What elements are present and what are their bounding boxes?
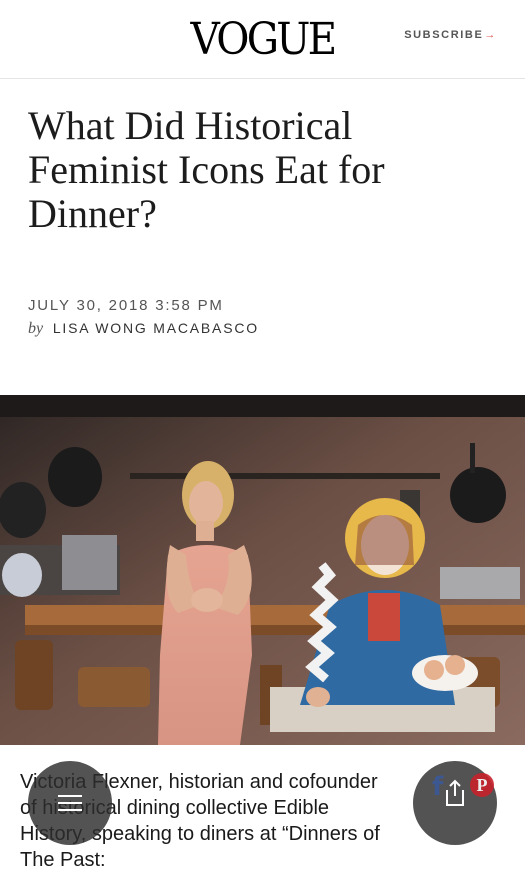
subscribe-link[interactable]: SUBSCRIBE→ (404, 29, 497, 41)
byline: by LISA WONG MACABASCO (28, 320, 259, 338)
article-headline: What Did Historical Feminist Icons Eat f… (28, 103, 385, 236)
hero-photo[interactable] (0, 395, 525, 745)
share-icon (446, 779, 464, 806)
byline-prefix: by (28, 320, 44, 337)
article-date: JULY 30, 2018 3:58 PM (28, 297, 224, 314)
arrow-right-icon: → (484, 29, 497, 41)
pinterest-icon[interactable]: P (470, 773, 494, 797)
subscribe-label: SUBSCRIBE (404, 29, 484, 41)
author-link[interactable]: LISA WONG MACABASCO (53, 320, 259, 336)
site-header: VOGUE SUBSCRIBE→ (0, 0, 525, 79)
menu-button[interactable] (28, 761, 112, 845)
